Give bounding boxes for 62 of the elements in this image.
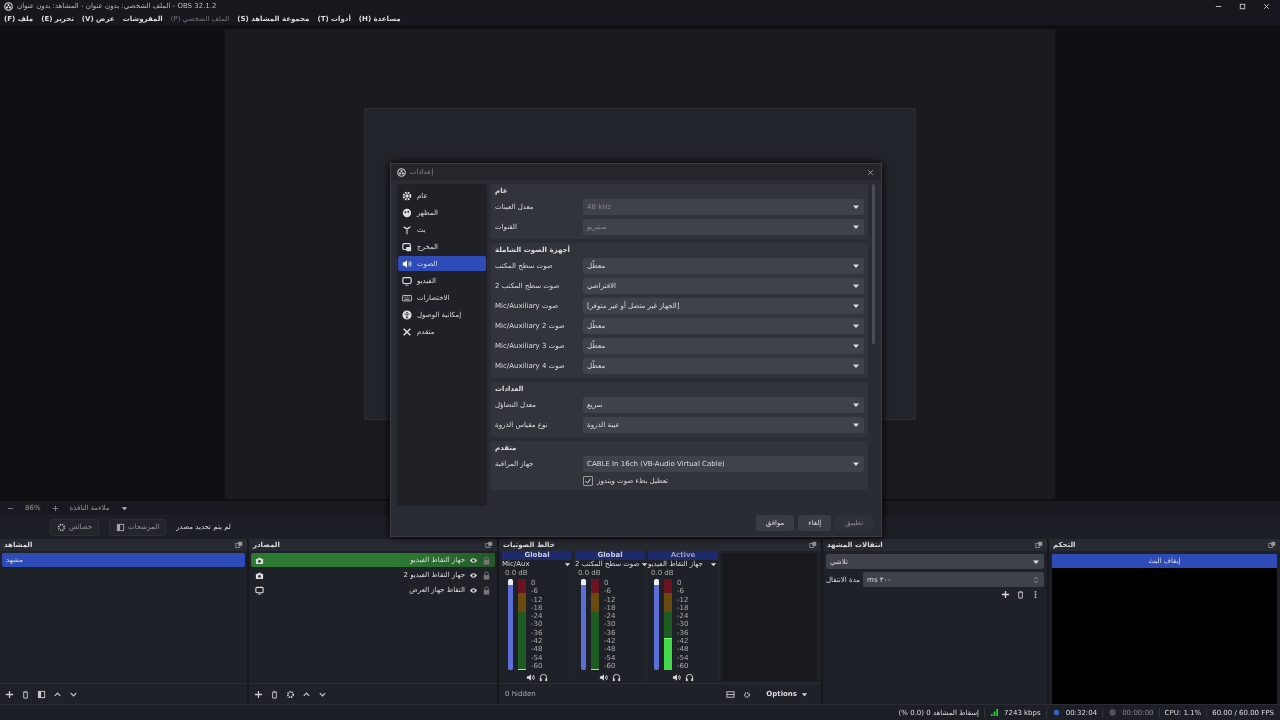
headphones-icon[interactable] [685,672,694,682]
headphones-icon[interactable] [612,672,621,682]
caret-icon [852,342,860,350]
spinner-icon [1032,575,1040,584]
caret-icon [852,282,860,290]
headphones-icon[interactable] [539,672,548,682]
trash-icon[interactable] [21,689,30,699]
undock-icon[interactable] [809,541,817,549]
accessibility-icon [402,309,412,320]
close-icon[interactable] [1261,1,1271,11]
checkbox[interactable] [583,476,593,486]
output-icon [402,241,412,252]
monitor-icon [402,275,412,286]
caret-icon [852,322,860,330]
caret-icon [852,223,860,231]
scrollbar[interactable] [872,184,875,344]
eye-icon[interactable] [469,570,478,580]
up-icon[interactable] [53,689,62,699]
gear-icon[interactable] [743,689,753,699]
signal-icon [990,708,1000,717]
gear-icon[interactable] [286,689,295,699]
caret-icon [852,460,860,468]
eye-icon[interactable] [469,585,478,595]
gear-icon [57,522,66,532]
plus-icon[interactable] [50,503,60,513]
speaker-icon[interactable] [526,672,535,682]
speaker-icon [402,258,412,269]
trash-icon[interactable] [1016,590,1025,599]
app-logo-icon [397,167,406,177]
close-button[interactable] [866,167,875,177]
undock-icon[interactable] [485,541,493,549]
antenna-icon [402,224,412,235]
speaker-icon[interactable] [599,672,608,682]
padlock-icon[interactable] [482,570,491,580]
stream-indicator-icon [1051,708,1061,717]
caret-icon [852,262,860,270]
add-icon[interactable] [5,689,14,699]
caret-icon [852,401,860,409]
undock-icon[interactable] [1268,541,1276,549]
app-logo-icon [4,1,13,11]
undock-icon[interactable] [235,541,243,549]
add-icon[interactable] [1001,590,1010,599]
filter-icon[interactable] [37,689,46,699]
speaker-icon[interactable] [672,672,681,682]
caret-icon [852,203,860,211]
keyboard-icon [402,292,412,303]
up-icon[interactable] [302,689,311,699]
maximize-icon[interactable] [1237,1,1247,11]
monitor-icon [255,585,264,595]
trash-icon[interactable] [270,689,279,699]
undock-icon[interactable] [1035,541,1043,549]
camera-icon [255,570,264,580]
record-indicator-icon [1108,708,1118,717]
eye-icon[interactable] [469,555,478,565]
caret-icon [852,362,860,370]
caret-icon [852,302,860,310]
camera-icon [255,555,264,565]
padlock-icon[interactable] [482,585,491,595]
filter-icon [116,522,126,532]
add-icon[interactable] [254,689,263,699]
layout-icon[interactable] [726,689,736,699]
gear-icon [402,190,412,201]
